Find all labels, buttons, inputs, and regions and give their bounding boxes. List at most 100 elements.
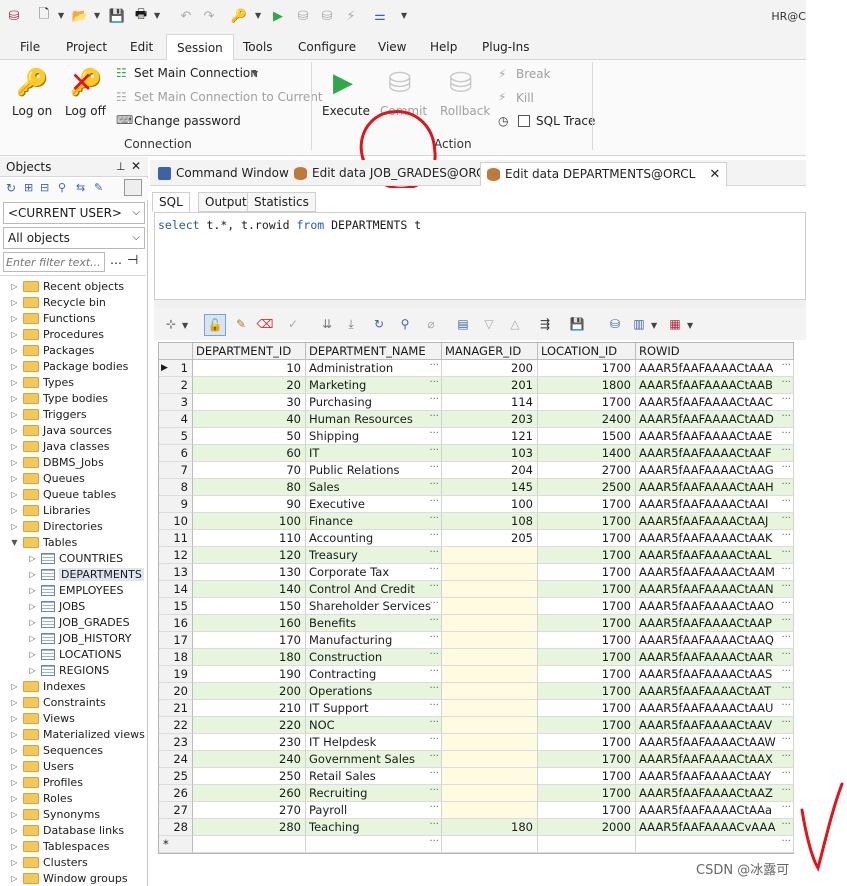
pin-icon[interactable]: ⊥ xyxy=(116,160,126,173)
grid-cell[interactable]: 103 xyxy=(442,445,538,462)
tree-item-folder[interactable]: ▷ Recent objects xyxy=(10,278,124,294)
menu-configure[interactable]: Configure xyxy=(298,40,356,54)
edit-filter-icon[interactable]: ✎ xyxy=(94,181,103,194)
ellipsis-button[interactable]: ··· xyxy=(429,547,439,561)
row-number[interactable]: 26 xyxy=(159,785,193,802)
grid-cell[interactable]: AAAR5fAAFAAAACtAAO ··· xyxy=(636,598,794,615)
grid-cell[interactable]: 1700 xyxy=(538,530,636,547)
grid-cell[interactable]: 280 xyxy=(193,819,306,836)
grid-cell[interactable]: 121 xyxy=(442,428,538,445)
grid-cell[interactable]: Executive ··· xyxy=(306,496,442,513)
tree-item-folder[interactable]: ▷ Types xyxy=(10,374,74,390)
ellipsis-button[interactable]: ··· xyxy=(429,615,439,629)
grid-cell[interactable] xyxy=(442,734,538,751)
execute-icon[interactable]: ▶ xyxy=(333,68,353,98)
grid-cell[interactable]: AAAR5fAAFAAAACtAAW ··· xyxy=(636,734,794,751)
tree-item-folder[interactable]: ▷ Users xyxy=(10,758,73,774)
commit-icon[interactable]: ⛁ xyxy=(388,66,411,99)
tree-item-folder[interactable]: ▷ Materialized views xyxy=(10,726,144,742)
column-header[interactable]: ROWID xyxy=(636,343,794,360)
chevron-down-icon[interactable]: ▼ xyxy=(651,321,657,330)
grid-cell[interactable]: AAAR5fAAFAAAACtAAA ··· xyxy=(636,360,794,377)
grid-cell-empty[interactable] xyxy=(538,836,636,853)
ellipsis-button[interactable]: ··· xyxy=(781,462,791,476)
tab-output[interactable]: Output xyxy=(198,192,254,212)
row-number[interactable]: 7 xyxy=(159,462,193,479)
grid-cell[interactable]: AAAR5fAAFAAAACvAAA ··· xyxy=(636,819,794,836)
chevron-right-icon[interactable]: ▷ xyxy=(28,650,37,659)
tree-item-folder[interactable]: ▷ Queue tables xyxy=(10,486,116,502)
chevron-right-icon[interactable]: ▷ xyxy=(10,730,19,739)
ellipsis-button[interactable]: ··· xyxy=(429,513,439,527)
grid-cell[interactable] xyxy=(442,564,538,581)
kill-button[interactable]: Kill xyxy=(516,91,534,105)
grid-cell[interactable] xyxy=(442,700,538,717)
splitter[interactable] xyxy=(154,300,806,308)
chevron-right-icon[interactable]: ▷ xyxy=(10,522,19,531)
export-icon[interactable]: ⛁ xyxy=(608,317,622,331)
grid-cell[interactable]: 1700 xyxy=(538,785,636,802)
grid-cell[interactable] xyxy=(442,632,538,649)
grid-cell[interactable]: Contracting ··· xyxy=(306,666,442,683)
more-button[interactable]: … xyxy=(110,253,122,267)
grid-cell[interactable]: 2000 xyxy=(538,819,636,836)
grid-cell[interactable] xyxy=(442,751,538,768)
grid-cell[interactable]: 145 xyxy=(442,479,538,496)
row-number[interactable]: 19 xyxy=(159,666,193,683)
grid-cell[interactable]: 1700 xyxy=(538,717,636,734)
tab-edit-job-grades[interactable]: Edit data JOB_GRADES@ORCL xyxy=(288,162,497,186)
tree-item-folder[interactable]: ▷ Triggers xyxy=(10,406,86,422)
grid-cell[interactable]: Benefits ··· xyxy=(306,615,442,632)
grid-cell[interactable]: 190 xyxy=(193,666,306,683)
grid-cell[interactable]: 1700 xyxy=(538,547,636,564)
grid-cell[interactable]: Corporate Tax ··· xyxy=(306,564,442,581)
grid-cell-empty[interactable] xyxy=(193,836,306,853)
change-password-button[interactable]: Change password xyxy=(134,114,241,128)
grid-cell[interactable]: AAAR5fAAFAAAACtAAJ ··· xyxy=(636,513,794,530)
grid-cell[interactable] xyxy=(442,666,538,683)
chevron-right-icon[interactable]: ▷ xyxy=(10,874,19,883)
ellipsis-button[interactable]: ··· xyxy=(429,445,439,459)
chevron-down-icon[interactable]: ▼ xyxy=(58,11,64,20)
ellipsis-button[interactable]: ··· xyxy=(781,513,791,527)
tree-item-table[interactable]: ▷ JOBS xyxy=(28,598,85,614)
row-number[interactable]: 24 xyxy=(159,751,193,768)
insert-record-icon[interactable]: ✎ xyxy=(234,317,248,331)
chevron-right-icon[interactable]: ▷ xyxy=(10,506,19,515)
row-number[interactable]: 8 xyxy=(159,479,193,496)
chevron-right-icon[interactable]: ▷ xyxy=(28,666,37,675)
row-number[interactable]: 14 xyxy=(159,581,193,598)
chevron-down-icon[interactable]: ⌵ xyxy=(132,207,140,218)
chevron-right-icon[interactable]: ▷ xyxy=(10,778,19,787)
grid-cell[interactable]: 210 xyxy=(193,700,306,717)
find-icon[interactable]: ⚲ xyxy=(58,181,66,194)
tree-item-folder[interactable]: ▷ Clusters xyxy=(10,854,87,870)
clear-icon[interactable]: ⌀ xyxy=(424,317,438,331)
chevron-right-icon[interactable]: ▷ xyxy=(10,698,19,707)
grid-cell[interactable] xyxy=(442,649,538,666)
tree-item-table[interactable]: ▷ DEPARTMENTS xyxy=(28,566,144,582)
close-icon[interactable]: ✕ xyxy=(131,159,141,173)
filter-input[interactable] xyxy=(3,252,105,272)
tree-item-table[interactable]: ▷ JOB_HISTORY xyxy=(28,630,131,646)
row-number[interactable]: 4 xyxy=(159,411,193,428)
tree-item-folder[interactable]: ▼ Tables xyxy=(10,534,77,550)
ellipsis-button[interactable]: ··· xyxy=(781,394,791,408)
refresh-icon[interactable]: ↻ xyxy=(372,317,386,331)
ellipsis-button[interactable]: ··· xyxy=(781,598,791,612)
ellipsis-button[interactable]: ··· xyxy=(429,802,439,816)
grid-cell[interactable]: AAAR5fAAFAAAACtAAC ··· xyxy=(636,394,794,411)
tree-item-table[interactable]: ▷ REGIONS xyxy=(28,662,109,678)
chevron-down-icon[interactable]: ▼ xyxy=(401,11,407,20)
grid-cell[interactable]: 160 xyxy=(193,615,306,632)
grid-cell[interactable]: Retail Sales ··· xyxy=(306,768,442,785)
chevron-down-icon[interactable]: ▼ xyxy=(94,11,100,20)
menu-plugins[interactable]: Plug-Ins xyxy=(482,40,530,54)
grid-cell[interactable]: IT Support ··· xyxy=(306,700,442,717)
tree-item-folder[interactable]: ▷ Functions xyxy=(10,310,95,326)
grid-cell[interactable]: 205 xyxy=(442,530,538,547)
tree-item-folder[interactable]: ▷ Constraints xyxy=(10,694,105,710)
grid-cell[interactable]: 1400 xyxy=(538,445,636,462)
user-combo[interactable]: <CURRENT USER> ⌵ xyxy=(3,202,145,224)
ellipsis-button[interactable]: ··· xyxy=(429,717,439,731)
